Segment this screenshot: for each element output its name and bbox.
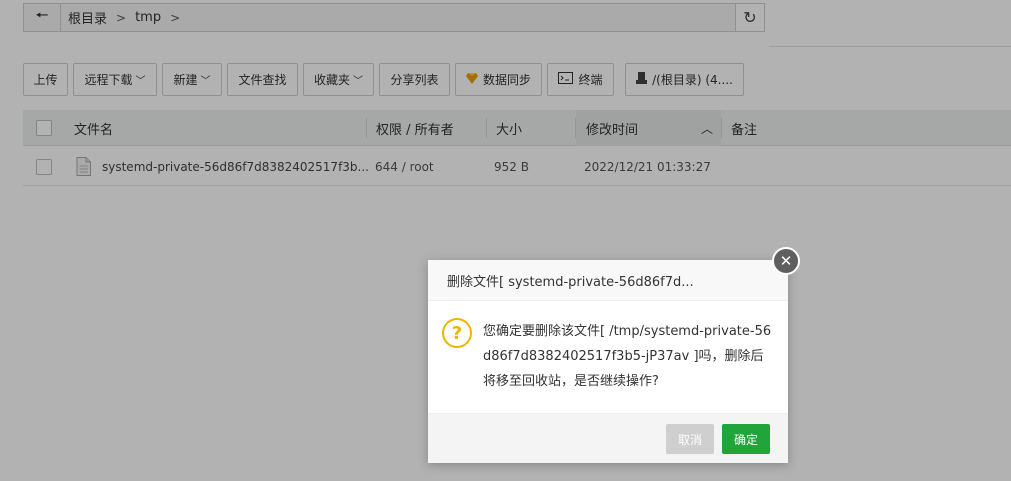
- question-icon: ?: [442, 318, 472, 348]
- delete-confirm-dialog: 删除文件[ systemd-private-56d86f7d... ? 您确定要…: [428, 260, 788, 463]
- confirm-button[interactable]: 确定: [722, 424, 770, 454]
- dialog-title: 删除文件[ systemd-private-56d86f7d...: [428, 260, 788, 301]
- close-dialog-button[interactable]: ✕: [772, 247, 800, 275]
- dialog-footer: 取消 确定: [428, 413, 788, 463]
- dialog-message: 您确定要删除该文件[ /tmp/systemd-private-56d86f7d…: [483, 324, 772, 389]
- dialog-body: ? 您确定要删除该文件[ /tmp/systemd-private-56d86f…: [428, 301, 788, 413]
- close-icon: ✕: [779, 252, 793, 270]
- cancel-button[interactable]: 取消: [666, 424, 714, 454]
